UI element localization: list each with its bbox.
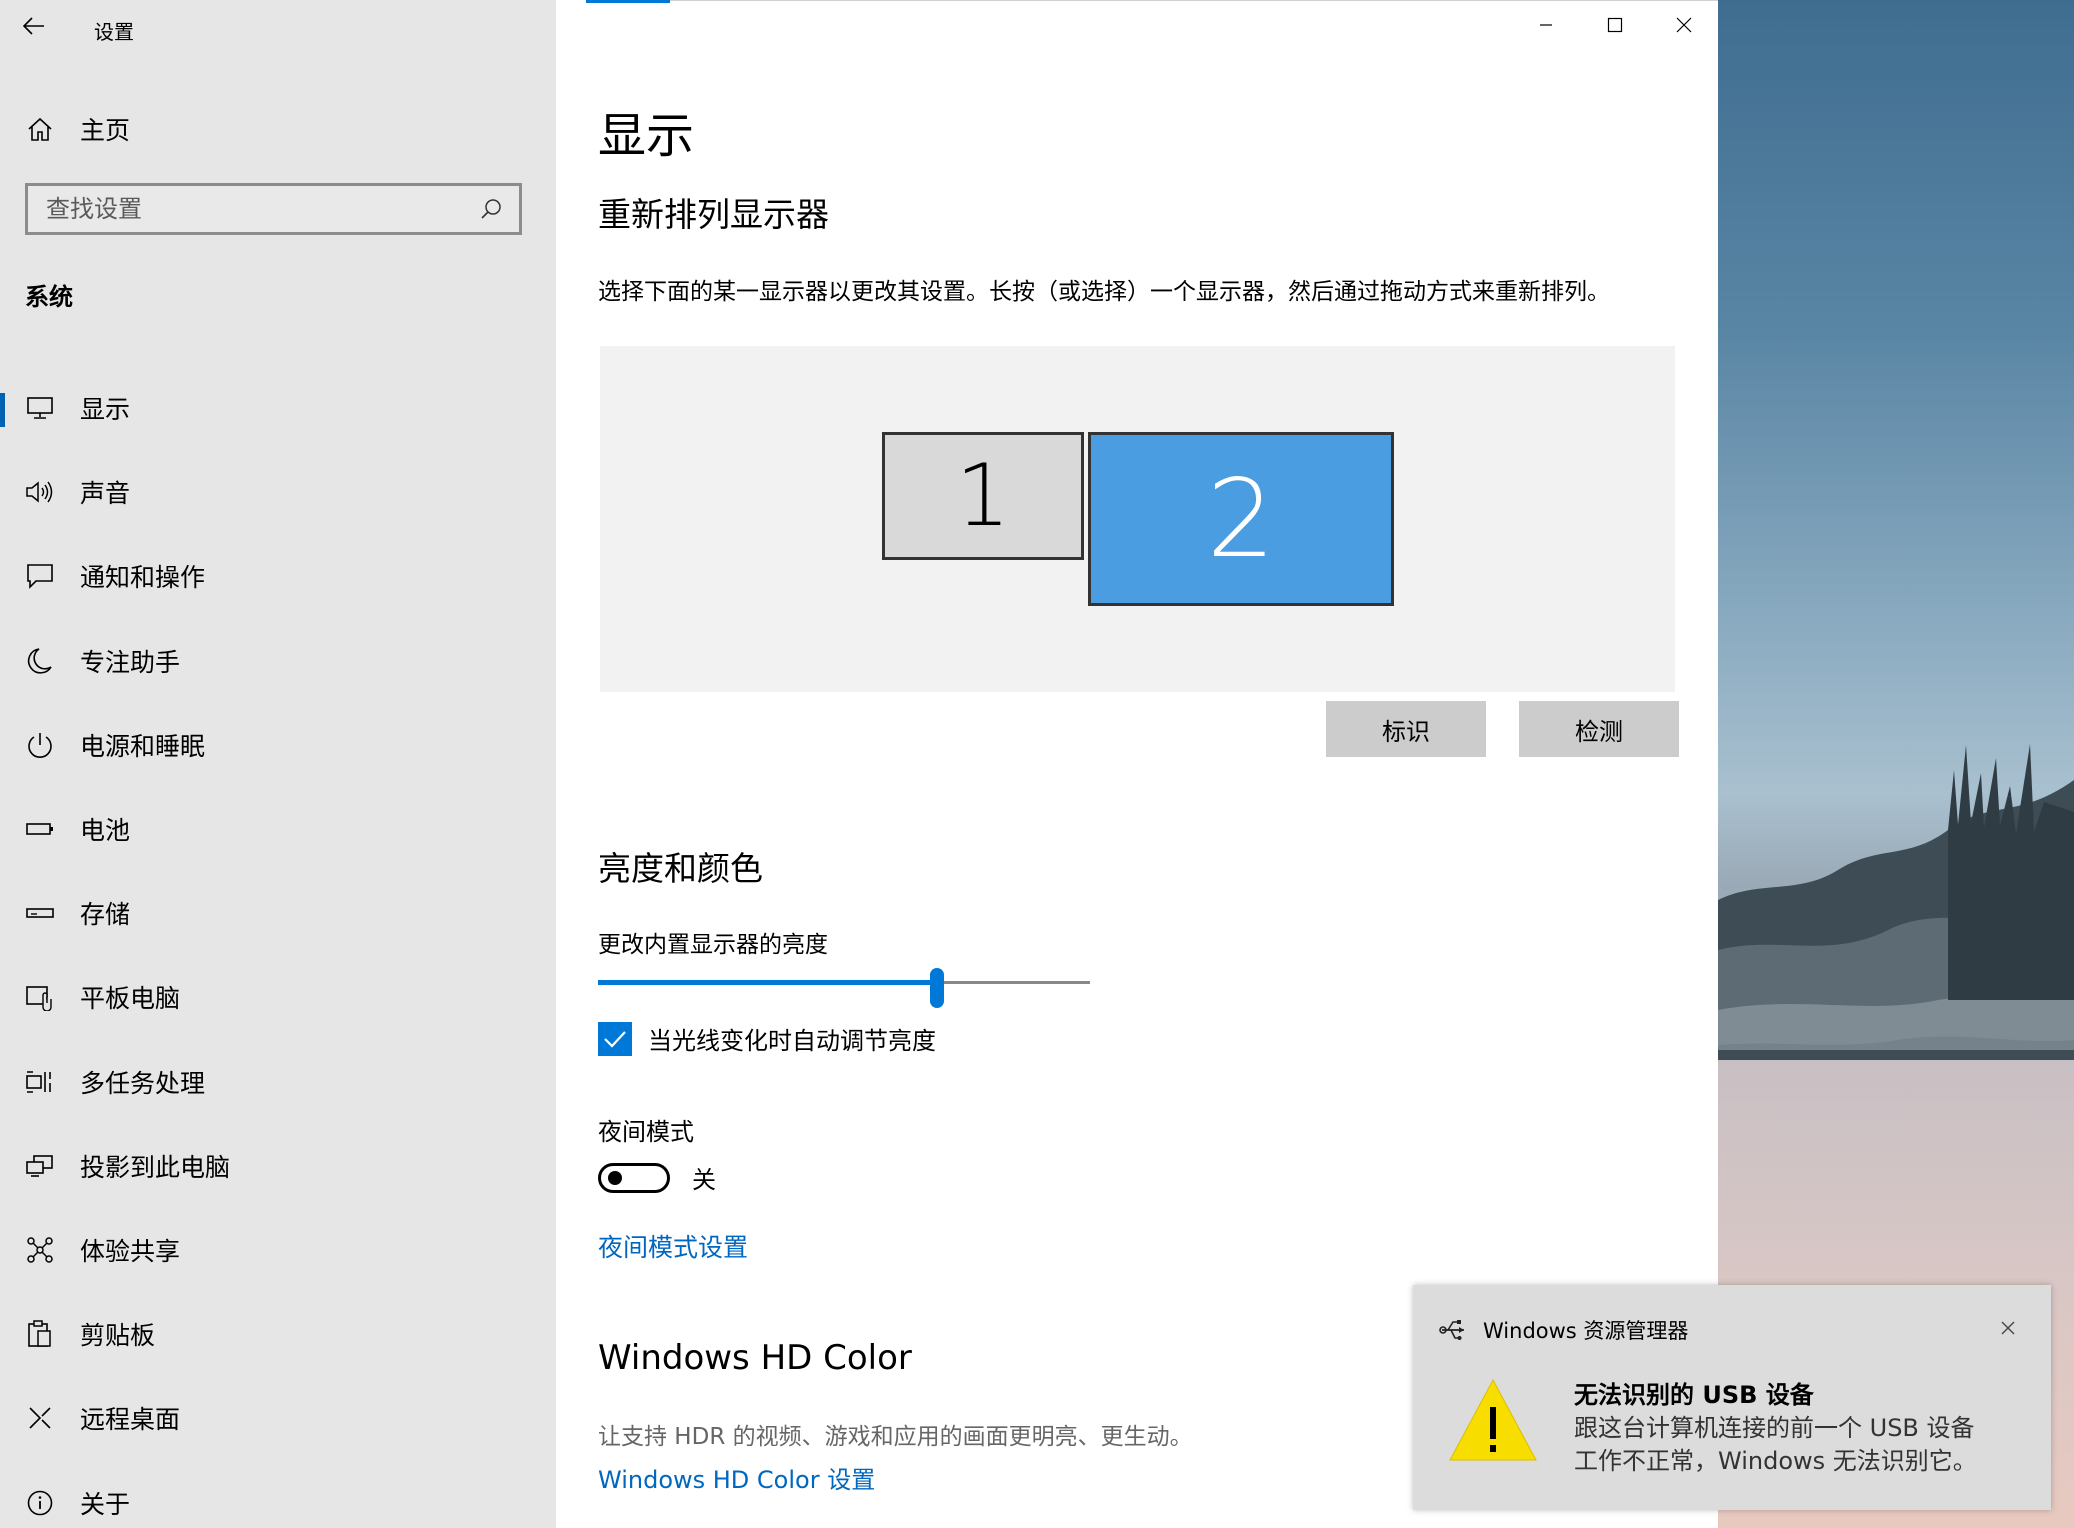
sidebar-item-multitasking[interactable]: 多任务处理	[0, 1040, 556, 1124]
title-bar-accent	[586, 0, 670, 3]
sidebar-item-label: 剪贴板	[80, 1321, 156, 1351]
sidebar-item-storage[interactable]: 存储	[0, 871, 556, 955]
auto-brightness-row: 当光线变化时自动调节亮度	[598, 1021, 936, 1056]
app-title: 设置	[94, 20, 134, 44]
rearrange-heading: 重新排列显示器	[598, 195, 829, 234]
toggle-knob	[608, 1170, 622, 1185]
page-title: 显示	[598, 108, 695, 164]
info-icon	[22, 1485, 58, 1521]
sidebar-item-about[interactable]: 关于	[0, 1460, 556, 1528]
tablet-icon	[22, 979, 58, 1015]
sidebar-item-power-sleep[interactable]: 电源和睡眠	[0, 703, 556, 787]
notification-icon	[22, 558, 58, 594]
sidebar-item-focus-assist[interactable]: 专注助手	[0, 619, 556, 703]
close-icon	[2001, 1321, 2015, 1335]
clipboard-icon	[22, 1316, 58, 1352]
project-icon	[22, 1148, 58, 1184]
night-mode-toggle[interactable]	[598, 1162, 670, 1193]
monitor-arrangement-area: 1 2	[600, 346, 1675, 692]
sidebar-item-label: 存储	[80, 900, 131, 930]
search-box[interactable]	[25, 183, 522, 235]
shared-experiences-icon	[22, 1232, 58, 1268]
sidebar-item-label: 电池	[80, 816, 131, 846]
sidebar-nav: 显示 声音 通知和操作 专注助手 电源和睡眠 电池 存储 平板电脑 多任务处理 …	[0, 366, 556, 1528]
sidebar-item-shared-experiences[interactable]: 体验共享	[0, 1208, 556, 1292]
sidebar-item-label: 显示	[80, 395, 131, 425]
back-button[interactable]	[14, 6, 54, 46]
sidebar-item-home[interactable]: 主页	[22, 104, 130, 154]
hd-color-settings-link[interactable]: Windows HD Color 设置	[598, 1460, 875, 1495]
sidebar-item-label: 专注助手	[80, 647, 181, 677]
sidebar-item-label: 通知和操作	[80, 563, 206, 593]
hd-color-heading: Windows HD Color	[598, 1338, 912, 1378]
sidebar-item-sound[interactable]: 声音	[0, 450, 556, 534]
sidebar-item-label: 体验共享	[80, 1236, 181, 1266]
sidebar-item-label: 主页	[80, 116, 131, 145]
notification-title: 无法识别的 USB 设备	[1574, 1381, 1814, 1409]
sidebar-item-display[interactable]: 显示	[0, 366, 556, 450]
monitor-1[interactable]: 1	[882, 432, 1084, 560]
slider-fill	[598, 980, 938, 985]
night-mode-label: 夜间模式	[598, 1118, 694, 1146]
sidebar-item-remote-desktop[interactable]: 远程桌面	[0, 1376, 556, 1460]
close-button[interactable]	[1649, 0, 1718, 50]
hd-color-description: 让支持 HDR 的视频、游戏和应用的画面更明亮、更生动。	[598, 1424, 1193, 1450]
slider-thumb[interactable]	[930, 968, 945, 1008]
power-icon	[22, 727, 58, 763]
close-icon	[1676, 17, 1691, 33]
warning-icon	[1447, 1377, 1539, 1463]
notification-message-line-2: 工作不正常，Windows 无法识别它。	[1574, 1447, 1977, 1475]
multitasking-icon	[22, 1064, 58, 1100]
sidebar-item-label: 平板电脑	[80, 984, 181, 1014]
sidebar: 设置 主页 系统 显示 声	[0, 0, 556, 1528]
moon-icon	[22, 643, 58, 679]
sidebar-item-label: 声音	[80, 479, 131, 509]
back-arrow-icon	[23, 17, 44, 35]
rearrange-instruction: 选择下面的某一显示器以更改其设置。长按（或选择）一个显示器，然后通过拖动方式来重…	[598, 279, 1610, 305]
minimize-icon	[1539, 24, 1552, 26]
checkmark-icon	[604, 1030, 626, 1048]
speaker-icon	[22, 474, 58, 510]
sidebar-item-notifications[interactable]: 通知和操作	[0, 534, 556, 618]
notification-close-button[interactable]	[1993, 1313, 2023, 1343]
night-mode-state: 关	[692, 1166, 716, 1194]
search-icon[interactable]	[471, 189, 511, 229]
detect-button[interactable]: 检测	[1519, 701, 1679, 757]
identify-button[interactable]: 标识	[1326, 701, 1486, 757]
sidebar-item-label: 远程桌面	[80, 1405, 181, 1435]
storage-icon	[22, 895, 58, 931]
sidebar-item-label: 电源和睡眠	[80, 731, 206, 761]
home-icon	[22, 111, 58, 147]
monitor-2-selected[interactable]: 2	[1088, 432, 1394, 606]
section-title: 系统	[25, 283, 73, 311]
notification-app-name: Windows 资源管理器	[1483, 1319, 1689, 1343]
notification-message-line-1: 跟这台计算机连接的前一个 USB 设备	[1574, 1414, 1975, 1442]
sidebar-item-label: 投影到此电脑	[80, 1152, 231, 1182]
brightness-slider[interactable]	[598, 968, 1090, 1008]
auto-brightness-label: 当光线变化时自动调节亮度	[648, 1027, 936, 1055]
sidebar-item-clipboard[interactable]: 剪贴板	[0, 1292, 556, 1376]
sidebar-item-tablet[interactable]: 平板电脑	[0, 955, 556, 1039]
remote-desktop-icon	[22, 1400, 58, 1436]
night-mode-row: 关	[598, 1160, 716, 1195]
sidebar-item-battery[interactable]: 电池	[0, 787, 556, 871]
search-input[interactable]	[28, 194, 471, 224]
usb-notification-toast[interactable]: Windows 资源管理器 无法识别的 USB 设备 跟这台计算机连接的前一个 …	[1413, 1285, 2051, 1510]
maximize-icon	[1607, 17, 1622, 33]
brightness-heading: 亮度和颜色	[598, 849, 763, 888]
usb-icon	[1438, 1315, 1468, 1345]
sidebar-item-label: 多任务处理	[80, 1068, 206, 1098]
night-mode-settings-link[interactable]: 夜间模式设置	[598, 1228, 748, 1264]
brightness-label: 更改内置显示器的亮度	[598, 932, 828, 958]
monitor-icon	[22, 390, 58, 426]
sidebar-item-label: 关于	[80, 1489, 131, 1519]
auto-brightness-checkbox[interactable]	[598, 1021, 632, 1056]
maximize-button[interactable]	[1580, 0, 1649, 50]
window-controls	[1511, 0, 1718, 50]
battery-icon	[22, 811, 58, 847]
minimize-button[interactable]	[1511, 0, 1580, 50]
sidebar-item-project[interactable]: 投影到此电脑	[0, 1124, 556, 1208]
